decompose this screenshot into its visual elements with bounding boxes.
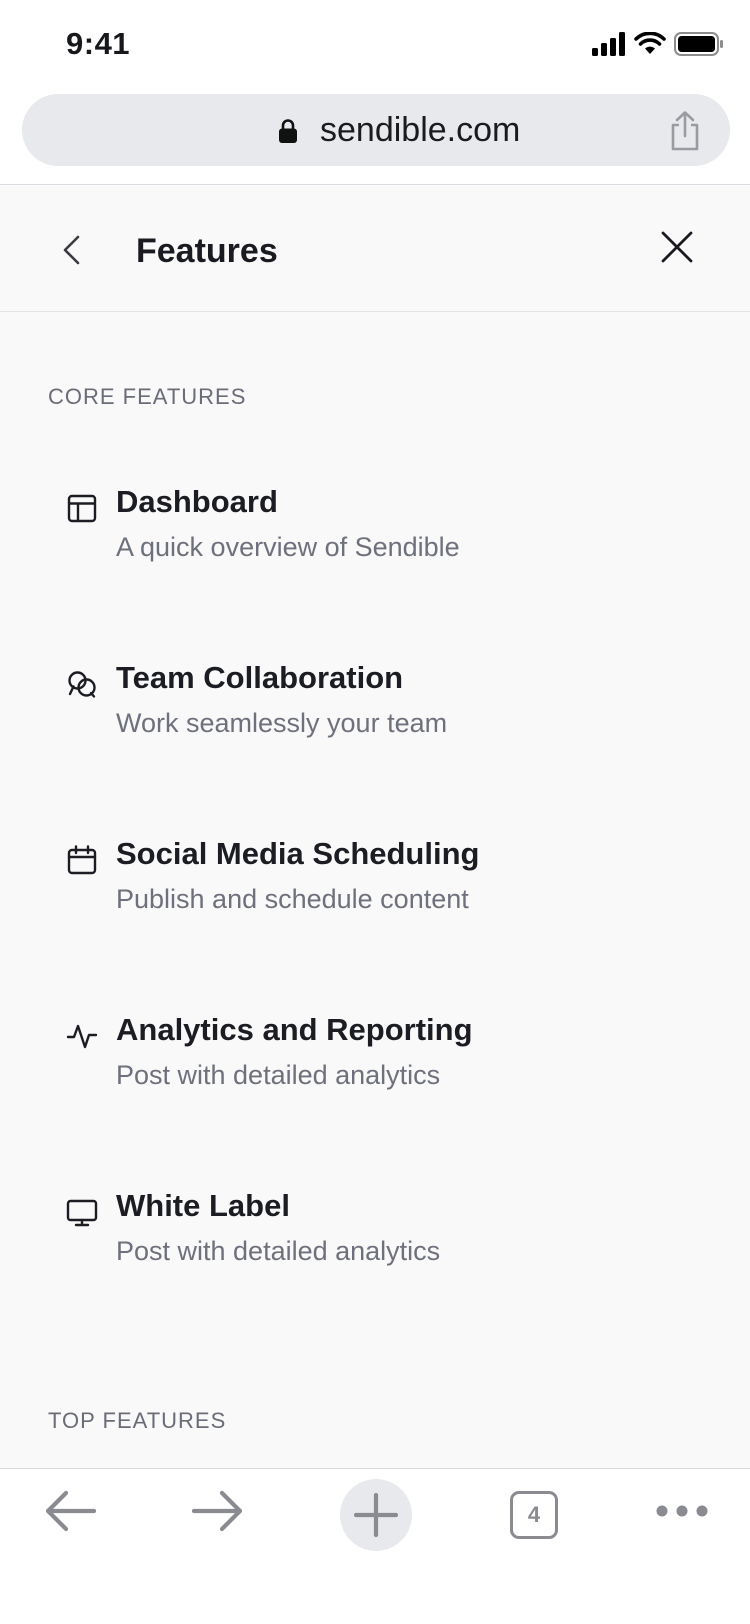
battery-icon	[674, 32, 723, 56]
feature-title: Team Collaboration	[116, 660, 404, 695]
feature-item-social-media-scheduling[interactable]: Social Media Scheduling Publish and sche…	[66, 836, 686, 936]
tabs-button[interactable]: 4	[510, 1491, 558, 1539]
feature-title: White Label	[116, 1188, 290, 1223]
feature-item-team-collaboration[interactable]: Team Collaboration Work seamlessly your …	[66, 660, 686, 760]
address-bar[interactable]: sendible.com	[22, 94, 730, 166]
feature-description: A quick overview of Sendible	[116, 532, 460, 562]
team-collaboration-icon	[68, 671, 96, 698]
url-text: sendible.com	[320, 111, 521, 149]
forward-arrow-icon[interactable]	[190, 1483, 246, 1539]
feature-description: Publish and schedule content	[116, 884, 469, 914]
more-options-icon[interactable]	[654, 1501, 710, 1521]
activity-icon	[66, 1024, 98, 1049]
features-menu-panel: Features CORE FEATURES Dashboard A quick…	[0, 186, 750, 1468]
calendar-icon	[67, 845, 97, 875]
close-icon[interactable]	[660, 230, 694, 264]
feature-title: Analytics and Reporting	[116, 1012, 473, 1047]
status-bar: 9:41	[0, 0, 750, 90]
feature-title: Social Media Scheduling	[116, 836, 480, 871]
feature-item-dashboard[interactable]: Dashboard A quick overview of Sendible	[66, 484, 686, 584]
back-arrow-icon[interactable]	[42, 1483, 98, 1539]
new-tab-button[interactable]	[340, 1479, 412, 1551]
feature-item-analytics-and-reporting[interactable]: Analytics and Reporting Post with detail…	[66, 1012, 686, 1112]
share-icon[interactable]	[668, 110, 702, 152]
signal-icon	[592, 32, 625, 56]
section-label-core-features: CORE FEATURES	[48, 384, 247, 409]
lock-icon	[279, 119, 297, 143]
back-chevron-icon[interactable]	[60, 234, 82, 266]
dashboard-icon	[67, 494, 97, 523]
feature-title: Dashboard	[116, 484, 278, 519]
nav-header: Features	[0, 186, 750, 312]
feature-description: Work seamlessly your team	[116, 708, 448, 738]
monitor-icon	[66, 1199, 98, 1227]
page-title: Features	[136, 232, 278, 270]
status-time: 9:41	[66, 26, 131, 61]
browser-address-area: sendible.com	[0, 90, 750, 185]
section-label-top-features: TOP FEATURES	[48, 1408, 227, 1433]
feature-item-white-label[interactable]: White Label Post with detailed analytics	[66, 1188, 686, 1288]
plus-icon	[354, 1493, 398, 1537]
browser-toolbar: 4	[0, 1468, 750, 1624]
feature-description: Post with detailed analytics	[116, 1060, 441, 1090]
feature-description: Post with detailed analytics	[116, 1236, 441, 1266]
wifi-icon	[634, 32, 666, 54]
